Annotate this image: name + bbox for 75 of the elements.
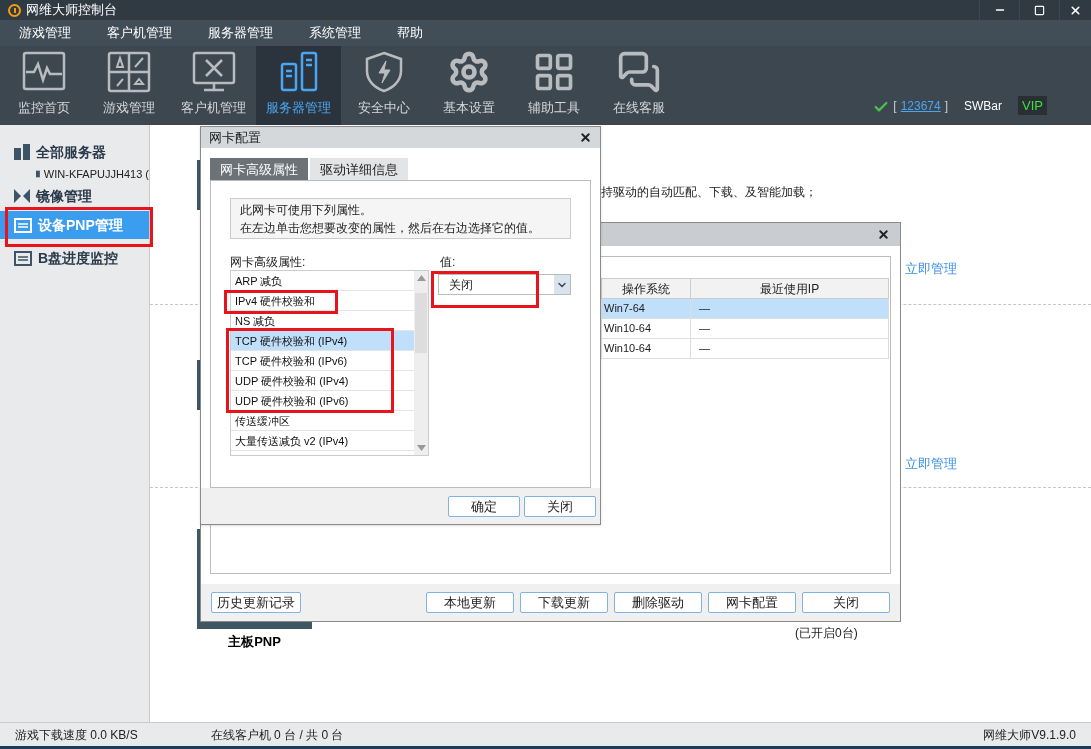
dialog-button[interactable]: 历史更新记录 bbox=[211, 592, 301, 613]
close-icon[interactable] bbox=[579, 131, 592, 145]
toolbar-button[interactable]: 服务器管理 bbox=[256, 46, 341, 125]
table-cell-text: Win10-64 bbox=[603, 341, 653, 357]
tab[interactable]: 驱动详细信息 bbox=[310, 158, 408, 181]
menu-item[interactable]: 客户机管理 bbox=[107, 23, 172, 43]
scrollbar[interactable] bbox=[414, 271, 428, 456]
dialog-button[interactable]: 关闭 bbox=[802, 592, 890, 613]
sidebar-item[interactable]: B盘进度监控 bbox=[0, 247, 149, 269]
online-clients: 在线客户机 0 台 / 共 0 台 bbox=[210, 726, 344, 744]
list-item[interactable]: TCP 硬件校验和 (IPv4) bbox=[231, 331, 414, 352]
sidebar-subitem[interactable]: WIN-KFAPUJJH413 ( bbox=[0, 163, 149, 185]
dialog-button[interactable]: 网卡配置 bbox=[708, 592, 796, 613]
chat-icon bbox=[616, 49, 661, 94]
toolbar-button[interactable]: 客户机管理 bbox=[171, 46, 256, 125]
dialog-button[interactable]: 下载更新 bbox=[520, 592, 608, 613]
table-cell-text: Win7-64 bbox=[603, 301, 646, 317]
toolbar-button[interactable]: 安全中心 bbox=[341, 46, 426, 125]
dialog-button[interactable]: 确定 bbox=[448, 495, 520, 517]
table-cell: — bbox=[690, 339, 888, 358]
info-text: 在左边单击您想要改变的属性，然后在右边选择它的值。 bbox=[240, 219, 541, 237]
version-text: 网维大师V9.1.9.0 bbox=[983, 726, 1076, 744]
info-text: 此网卡可使用下列属性。 bbox=[240, 201, 373, 219]
device-icon bbox=[14, 250, 32, 266]
close-icon bbox=[1069, 3, 1082, 17]
toolbar-button[interactable]: 监控首页 bbox=[1, 46, 86, 125]
table-row[interactable]: Win10-64 — bbox=[601, 339, 889, 359]
app-logo-icon bbox=[8, 3, 21, 17]
table-row[interactable]: Win10-64 — bbox=[601, 319, 889, 339]
value-select[interactable]: 关闭 bbox=[438, 274, 571, 296]
bracket: ] bbox=[944, 98, 948, 115]
card-label: 主板PNP bbox=[228, 633, 281, 651]
menu-item[interactable]: 游戏管理 bbox=[19, 23, 71, 43]
toolbar-button[interactable]: 辅助工具 bbox=[511, 46, 596, 125]
account-id-link[interactable]: 123674 bbox=[900, 97, 941, 115]
mirror-icon bbox=[14, 189, 30, 203]
count-text: (已开启0台) bbox=[795, 625, 858, 642]
value-label: 值: bbox=[439, 254, 457, 271]
close-icon[interactable] bbox=[877, 228, 890, 241]
menu-item[interactable]: 帮助 bbox=[397, 23, 423, 43]
server-icon bbox=[14, 144, 30, 160]
description-text: 持驱动的自动匹配、下载、及智能加载； bbox=[601, 184, 818, 201]
dialog-button[interactable]: 关闭 bbox=[524, 495, 596, 517]
dialog-button[interactable]: 本地更新 bbox=[426, 592, 514, 613]
table-cell: — bbox=[690, 299, 888, 318]
dialog-button[interactable]: 删除驱动 bbox=[614, 592, 702, 613]
table-row[interactable]: Win7-64 — bbox=[601, 299, 889, 319]
scroll-down-icon[interactable] bbox=[416, 445, 426, 452]
sidebar-item[interactable]: 全部服务器 bbox=[0, 141, 149, 163]
toolbar-button[interactable]: 游戏管理 bbox=[86, 46, 171, 125]
server-icon bbox=[36, 168, 40, 180]
toolbar-button[interactable]: 在线客服 bbox=[596, 46, 681, 125]
scroll-thumb[interactable] bbox=[415, 293, 427, 354]
menu-item[interactable]: 服务器管理 bbox=[208, 23, 273, 43]
manage-link[interactable]: 立即管理 bbox=[905, 454, 957, 474]
menu-item[interactable]: 系统管理 bbox=[309, 23, 361, 43]
table-cell: — bbox=[690, 319, 888, 338]
table-cell-text: Win10-64 bbox=[603, 321, 653, 337]
device-icon bbox=[14, 217, 32, 233]
bracket: [ bbox=[893, 98, 897, 115]
maximize-icon bbox=[1034, 4, 1045, 16]
sidebar-item[interactable]: 镜像管理 bbox=[0, 185, 149, 207]
vip-badge: VIP bbox=[1018, 95, 1047, 115]
dialog-title: 网卡配置 bbox=[209, 128, 261, 147]
caret-icon bbox=[554, 275, 570, 295]
column-header: 最近使用IP bbox=[690, 279, 888, 298]
window-title: 网维大师控制台 bbox=[26, 1, 117, 20]
manage-link[interactable]: 立即管理 bbox=[905, 259, 957, 279]
column-header: 操作系统 bbox=[621, 280, 671, 298]
list-label: 网卡高级属性: bbox=[230, 254, 307, 271]
user-name: SWBar bbox=[964, 98, 1003, 115]
toolbar-button[interactable]: 基本设置 bbox=[426, 46, 511, 125]
tab[interactable]: 网卡高级属性 bbox=[210, 158, 308, 181]
download-speed: 游戏下载速度 0.0 KB/S bbox=[15, 726, 138, 744]
scroll-up-icon[interactable] bbox=[416, 275, 426, 282]
